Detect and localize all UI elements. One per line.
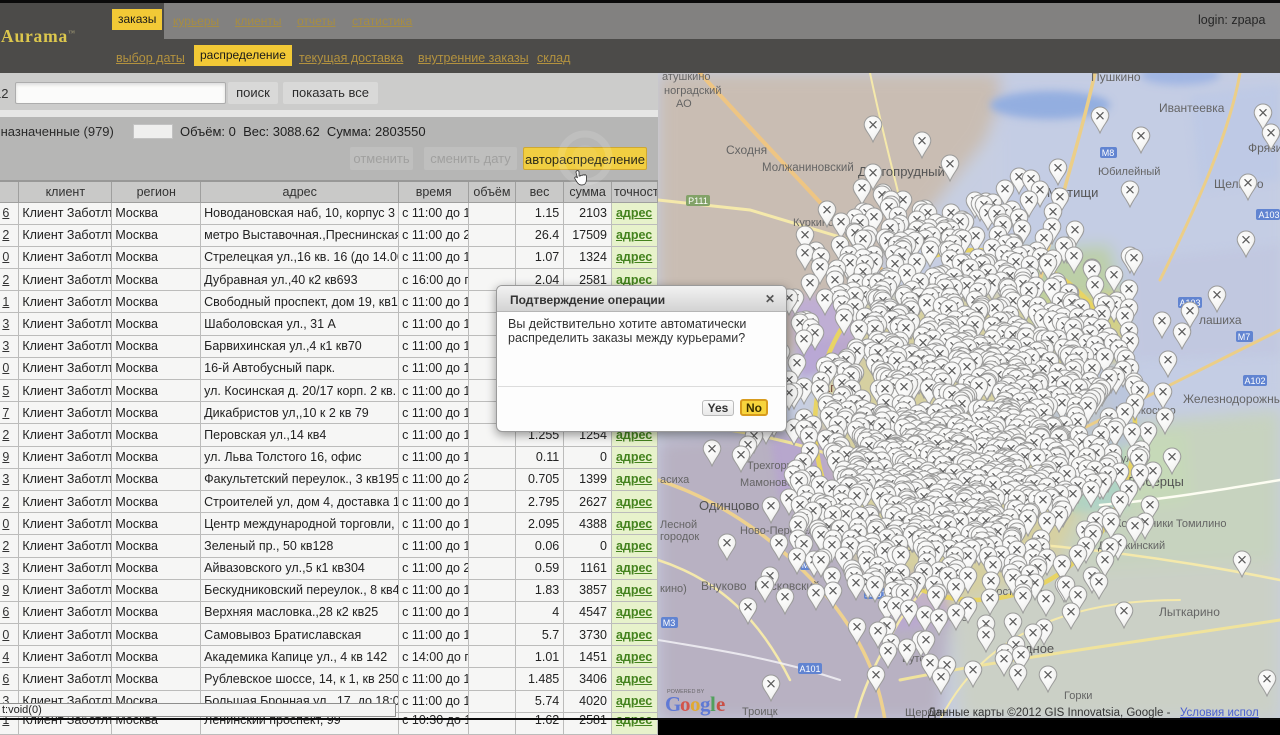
svg-text:G: G <box>665 692 681 716</box>
svg-text:o: o <box>690 692 701 716</box>
svg-text:e: e <box>716 692 725 716</box>
svg-text:o: o <box>680 692 691 716</box>
